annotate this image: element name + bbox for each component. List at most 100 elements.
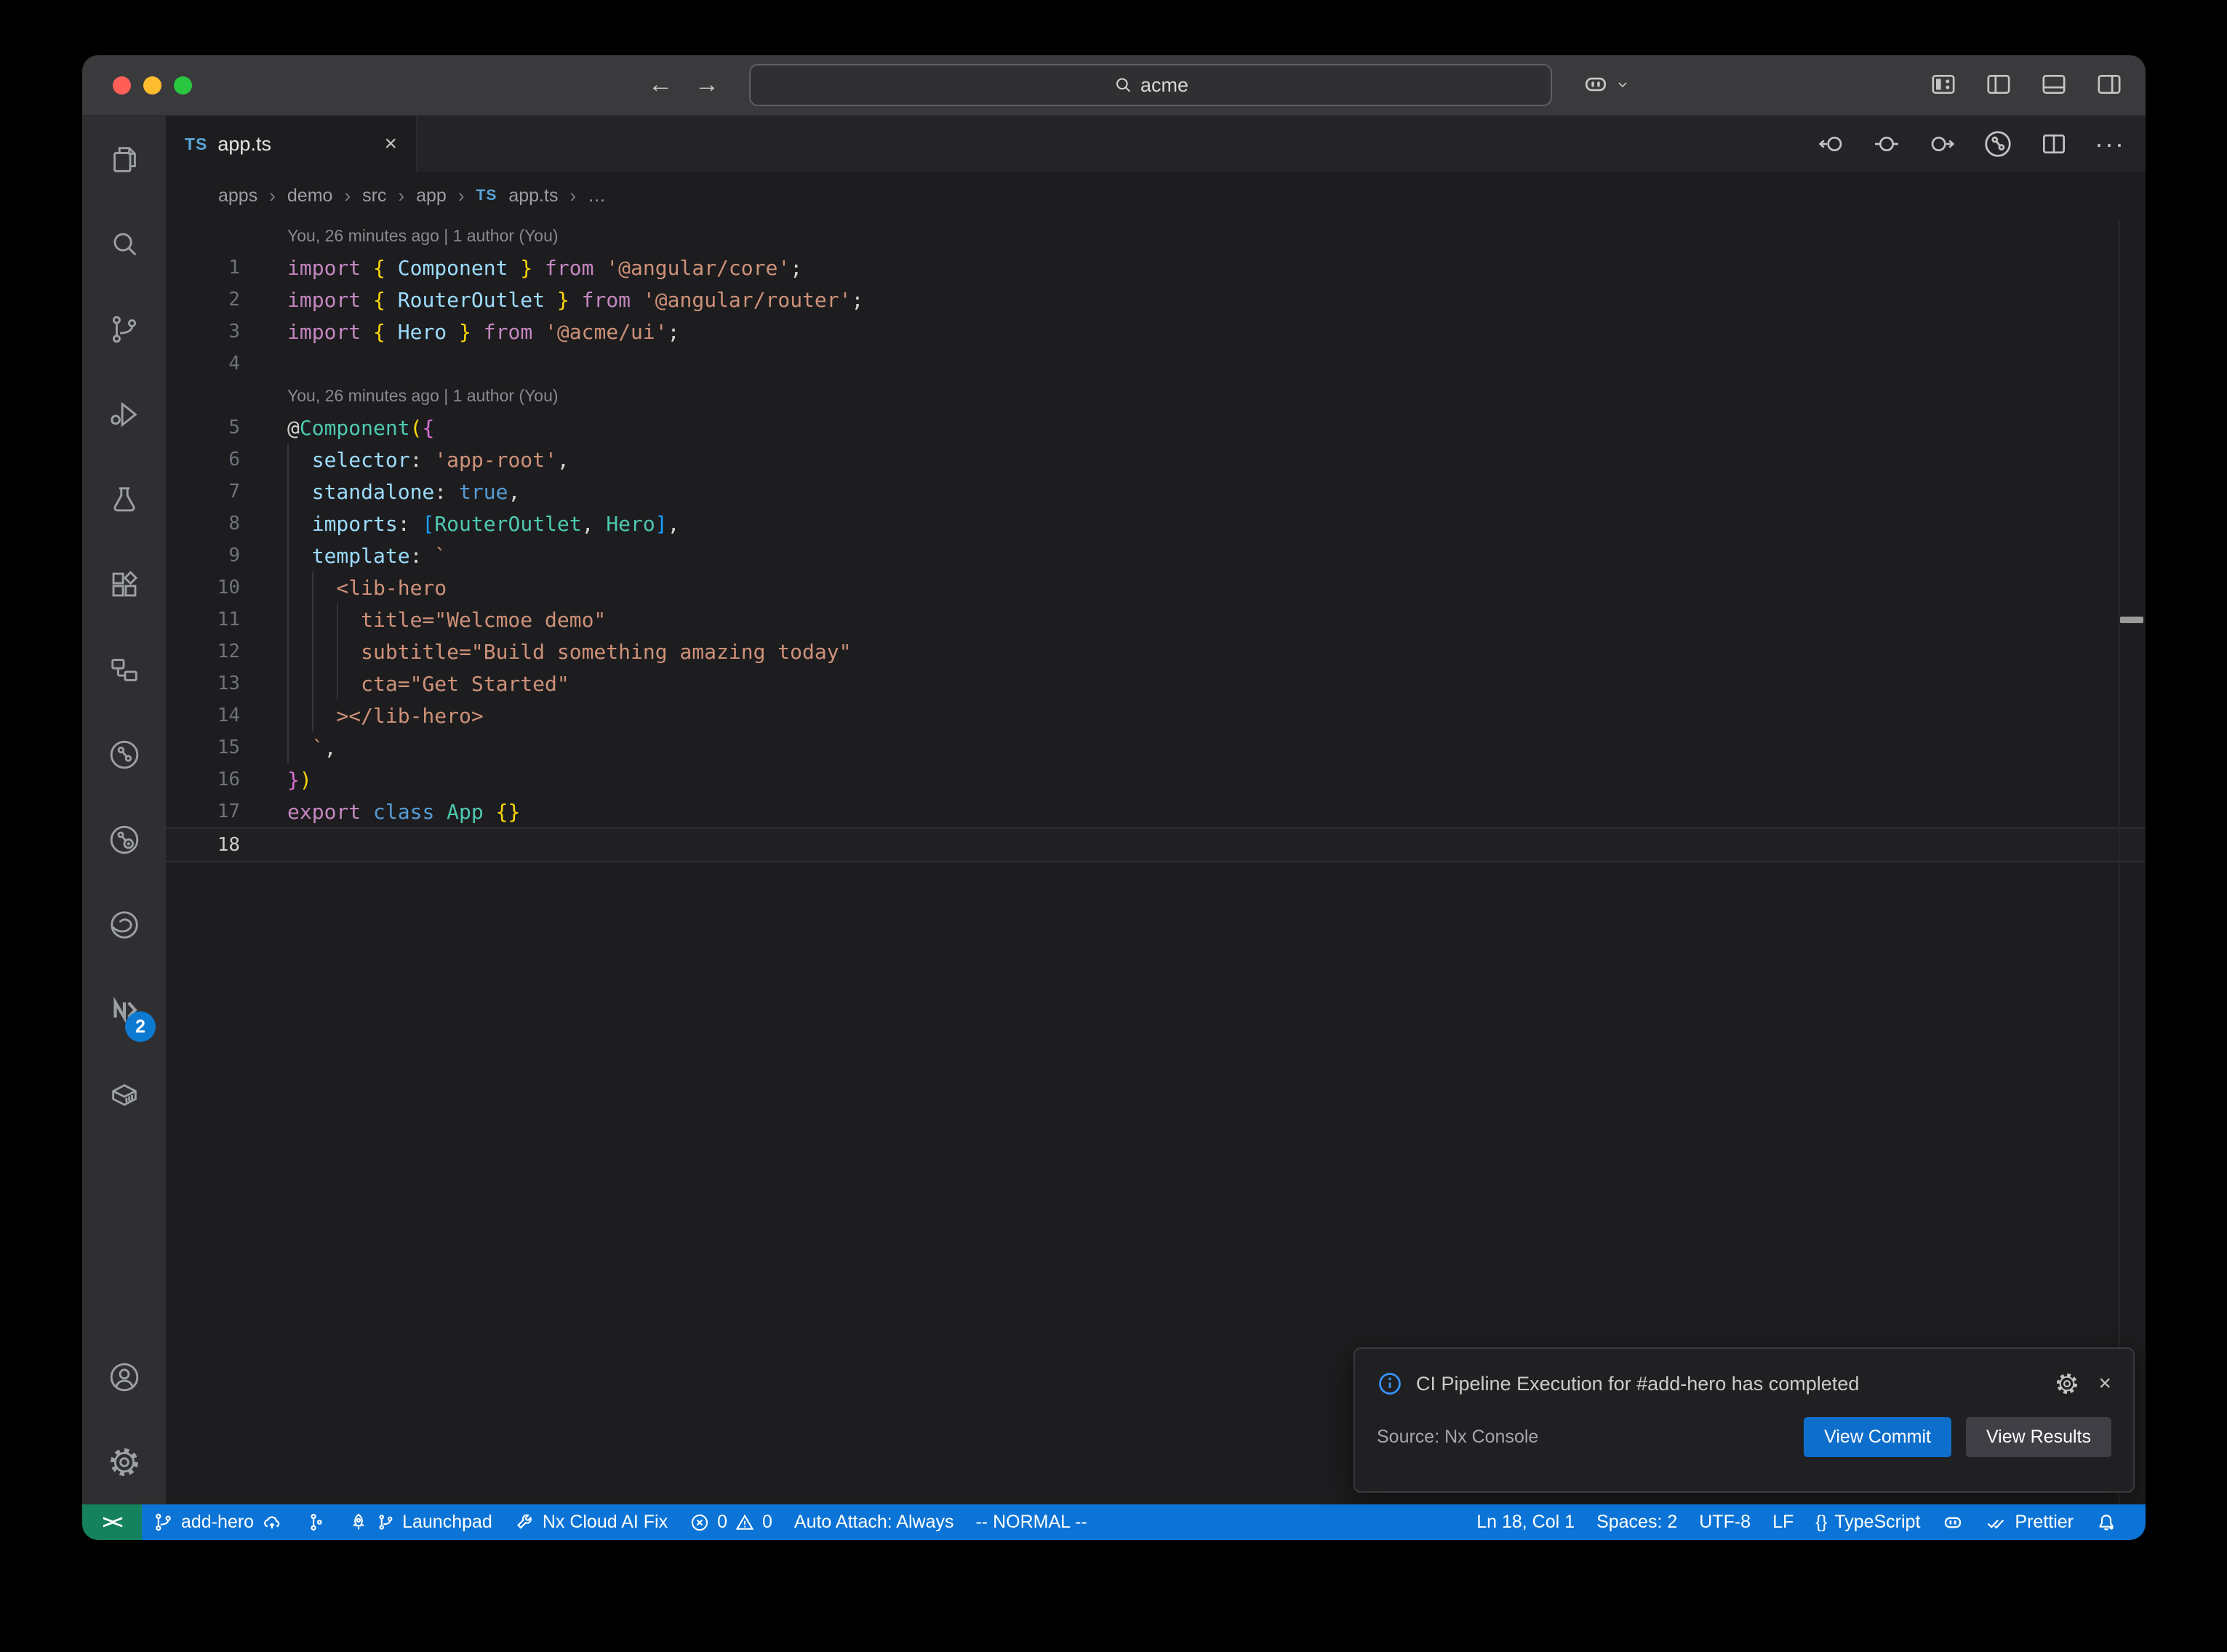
line-number[interactable]: 10 [166, 577, 240, 598]
code-line-4[interactable]: 4 [166, 348, 2146, 380]
eol-status-item[interactable]: LF [1762, 1504, 1804, 1540]
code-line-13[interactable]: 13 cta="Get Started" [166, 667, 2146, 699]
copilot-status-item[interactable] [1931, 1504, 1975, 1540]
view-commit-button[interactable]: View Commit [1804, 1417, 1951, 1457]
extensions-icon[interactable] [82, 542, 166, 627]
command-center-search[interactable]: acme [749, 64, 1552, 106]
breadcrumb-item[interactable]: apps [218, 185, 257, 206]
line-number[interactable]: 5 [166, 417, 240, 438]
line-number[interactable]: 12 [166, 641, 240, 662]
testing-icon[interactable] [82, 457, 166, 542]
source-control-icon[interactable] [82, 286, 166, 372]
code-line-18[interactable]: 18 [166, 827, 2146, 862]
back-button[interactable]: ← [648, 71, 673, 99]
code-line-6[interactable]: 6 selector: 'app-root', [166, 444, 2146, 476]
line-number[interactable]: 4 [166, 353, 240, 374]
settings-gear-icon[interactable] [82, 1419, 166, 1504]
language-status-item[interactable]: {} TypeScript [1804, 1504, 1931, 1540]
launchpad-status-item[interactable]: Launchpad [337, 1504, 503, 1540]
gitlens-inspect-icon[interactable] [82, 797, 166, 882]
breadcrumb-item[interactable]: app [416, 185, 447, 206]
line-number[interactable]: 7 [166, 481, 240, 502]
gitlens-status-item[interactable] [294, 1504, 337, 1540]
chevron-down-icon[interactable] [1615, 77, 1630, 92]
branch-status-item[interactable]: add-hero [142, 1504, 294, 1540]
cursor-position-status-item[interactable]: Ln 18, Col 1 [1466, 1504, 1586, 1540]
line-number[interactable]: 16 [166, 769, 240, 790]
customize-layout-icon[interactable] [1929, 70, 1958, 99]
line-number[interactable]: 15 [166, 737, 240, 758]
accounts-icon[interactable] [82, 1334, 166, 1419]
close-window-button[interactable] [113, 76, 131, 95]
code-editor[interactable]: You, 26 minutes ago | 1 author (You)1imp… [166, 220, 2146, 1504]
code-line-11[interactable]: 11 title="Welcmoe demo" [166, 604, 2146, 635]
problems-status-item[interactable]: 0 0 [679, 1504, 783, 1540]
breadcrumb-item[interactable]: … [588, 185, 606, 206]
line-number[interactable]: 1 [166, 257, 240, 278]
zoom-window-button[interactable] [174, 76, 192, 95]
line-number[interactable]: 3 [166, 321, 240, 342]
line-number[interactable]: 2 [166, 289, 240, 310]
nx-badge: 2 [125, 1011, 156, 1042]
edge-devtools-icon[interactable] [82, 882, 166, 967]
notifications-bell-item[interactable] [2084, 1504, 2128, 1540]
forward-button[interactable]: → [695, 71, 719, 99]
encoding-status-item[interactable]: UTF-8 [1688, 1504, 1762, 1540]
blame-annotation[interactable]: You, 26 minutes ago | 1 author (You) [166, 220, 2146, 252]
gitlens-icon[interactable] [82, 712, 166, 797]
notification-close-icon[interactable]: × [2098, 1371, 2111, 1396]
code-line-1[interactable]: 1import { Component } from '@angular/cor… [166, 252, 2146, 284]
line-number[interactable]: 17 [166, 801, 240, 822]
line-number[interactable]: 18 [166, 834, 240, 856]
project-graph-icon[interactable] [82, 627, 166, 712]
breadcrumb-item[interactable]: demo [287, 185, 333, 206]
nx-console-icon[interactable]: 2 [82, 967, 166, 1052]
gitlens-changes-icon[interactable] [1872, 129, 1901, 159]
explorer-icon[interactable] [82, 116, 166, 201]
code-line-7[interactable]: 7 standalone: true, [166, 476, 2146, 508]
run-debug-icon[interactable] [82, 372, 166, 457]
line-number[interactable]: 14 [166, 705, 240, 726]
code-line-10[interactable]: 10 <lib-hero [166, 572, 2146, 604]
vim-mode-status-item[interactable]: -- NORMAL -- [964, 1504, 1097, 1540]
code-line-9[interactable]: 9 template: ` [166, 540, 2146, 572]
prettier-status-item[interactable]: Prettier [1975, 1504, 2084, 1540]
code-line-2[interactable]: 2import { RouterOutlet } from '@angular/… [166, 284, 2146, 316]
toggle-panel-icon[interactable] [2039, 70, 2068, 99]
code-line-16[interactable]: 16}) [166, 763, 2146, 795]
split-editor-icon[interactable] [2039, 129, 2068, 159]
code-line-8[interactable]: 8 imports: [RouterOutlet, Hero], [166, 508, 2146, 540]
breadcrumb-item[interactable]: app.ts [508, 185, 558, 206]
nx-cloud-status-item[interactable]: Nx Cloud AI Fix [503, 1504, 679, 1540]
tab-app-ts[interactable]: TS app.ts × [166, 116, 417, 172]
line-number[interactable]: 8 [166, 513, 240, 534]
close-tab-icon[interactable]: × [384, 132, 397, 156]
code-line-5[interactable]: 5@Component({ [166, 412, 2146, 444]
search-sidebar-icon[interactable] [82, 201, 166, 286]
commit-graph-icon[interactable] [1983, 129, 2013, 159]
indentation-status-item[interactable]: Spaces: 2 [1586, 1504, 1688, 1540]
line-number[interactable]: 11 [166, 609, 240, 630]
code-line-17[interactable]: 17export class App {} [166, 795, 2146, 827]
remote-indicator[interactable]: >< [82, 1504, 142, 1540]
line-number[interactable]: 9 [166, 545, 240, 566]
minimize-window-button[interactable] [143, 76, 161, 95]
breadcrumb-item[interactable]: src [362, 185, 386, 206]
more-actions-icon[interactable]: ··· [2095, 137, 2125, 151]
toggle-secondary-sidebar-icon[interactable] [2095, 70, 2124, 99]
code-line-12[interactable]: 12 subtitle="Build something amazing tod… [166, 635, 2146, 667]
code-line-14[interactable]: 14 ></lib-hero> [166, 699, 2146, 731]
line-number[interactable]: 6 [166, 449, 240, 470]
auto-attach-status-item[interactable]: Auto Attach: Always [783, 1504, 965, 1540]
copilot-icon[interactable] [1582, 71, 1610, 98]
line-number[interactable]: 13 [166, 673, 240, 694]
containers-icon[interactable] [82, 1052, 166, 1137]
blame-annotation[interactable]: You, 26 minutes ago | 1 author (You) [166, 380, 2146, 412]
gitlens-next-change-icon[interactable] [1927, 129, 1956, 159]
code-line-3[interactable]: 3import { Hero } from '@acme/ui'; [166, 316, 2146, 348]
view-results-button[interactable]: View Results [1966, 1417, 2111, 1457]
code-line-15[interactable]: 15 `, [166, 731, 2146, 763]
gitlens-previous-change-icon[interactable] [1817, 129, 1846, 159]
notification-settings-gear-icon[interactable] [2055, 1371, 2079, 1396]
toggle-primary-sidebar-icon[interactable] [1984, 70, 2013, 99]
